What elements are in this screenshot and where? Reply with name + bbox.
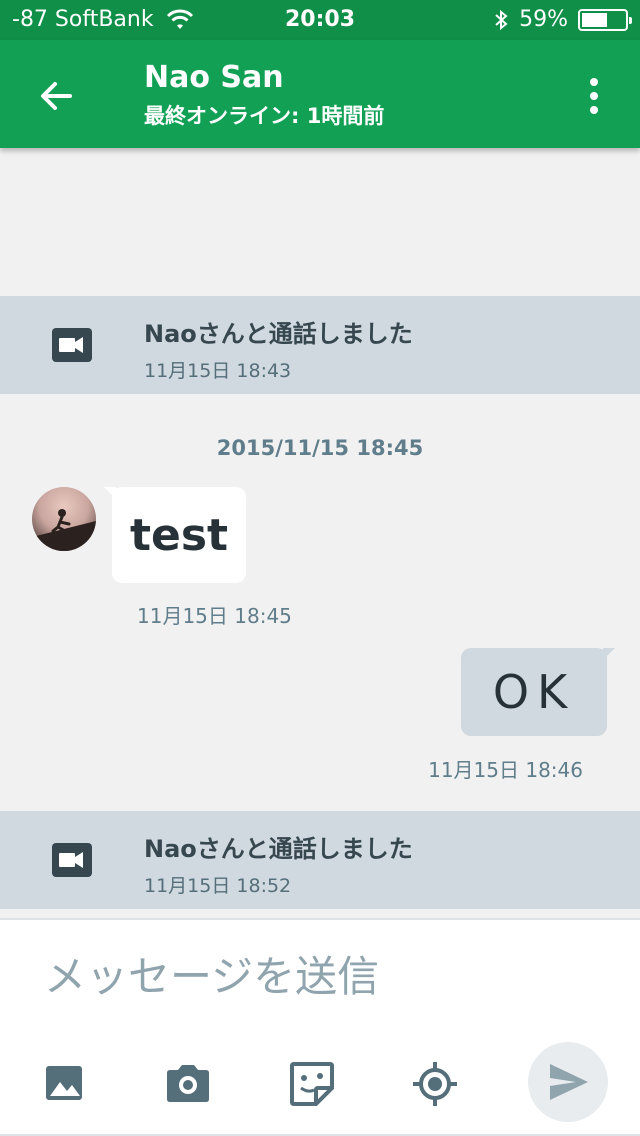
date-separator: 2015/11/15 18:45	[216, 436, 424, 460]
image-icon[interactable]	[42, 1060, 90, 1108]
incoming-message[interactable]: test	[104, 487, 246, 583]
status-right: 59%	[493, 7, 632, 32]
send-button[interactable]	[528, 1042, 608, 1122]
outgoing-message-time: 11月15日 18:46	[428, 758, 583, 782]
message-input[interactable]	[44, 946, 604, 1006]
composer	[0, 918, 640, 1136]
video-camera-icon	[52, 328, 92, 362]
contact-name: Nao San	[144, 60, 284, 95]
video-camera-icon	[52, 843, 92, 877]
location-icon[interactable]	[411, 1060, 459, 1108]
call-event-time: 11月15日 18:52	[144, 875, 292, 897]
carrier-label: -87 SoftBank	[12, 7, 154, 32]
send-icon	[550, 1064, 588, 1100]
avatar[interactable]	[32, 487, 96, 551]
battery-percent: 59%	[519, 7, 568, 32]
sticker-icon[interactable]	[288, 1060, 336, 1108]
battery-fill	[582, 12, 607, 27]
bluetooth-icon	[495, 9, 508, 30]
call-event-row[interactable]: Naoさんと通話しました 11月15日 18:52	[0, 811, 640, 909]
call-event-row[interactable]: Naoさんと通話しました 11月15日 18:43	[0, 296, 640, 394]
outgoing-message[interactable]: OK	[461, 648, 615, 736]
call-event-title: Naoさんと通話しました	[144, 835, 413, 863]
camera-icon[interactable]	[164, 1060, 212, 1108]
app-bar: Nao San 最終オンライン: 1時間前	[0, 40, 640, 148]
incoming-message-time: 11月15日 18:45	[137, 604, 292, 628]
carrier-group: -87 SoftBank	[12, 7, 194, 32]
last-online: 最終オンライン: 1時間前	[144, 104, 385, 128]
more-vert-icon[interactable]	[584, 74, 604, 118]
wifi-icon	[166, 9, 193, 29]
call-event-title: Naoさんと通話しました	[144, 320, 413, 348]
call-event-time: 11月15日 18:43	[144, 360, 292, 382]
battery-icon	[578, 8, 632, 31]
status-bar: -87 SoftBank 20:03 59%	[0, 0, 640, 40]
message-list[interactable]: Naoさんと通話しました 11月15日 18:43 2015/11/15 18:…	[0, 148, 640, 916]
avatar-photo	[32, 509, 96, 551]
arrow-left-icon[interactable]	[34, 74, 78, 118]
